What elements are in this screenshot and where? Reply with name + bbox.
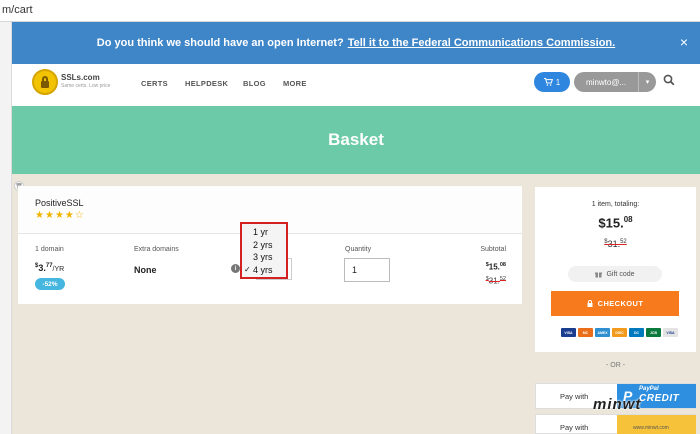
url-text: m/cart <box>2 4 33 16</box>
col-subtotal: Subtotal <box>480 246 506 253</box>
summary-label: 1 item, totaling: <box>591 201 640 208</box>
user-menu-button[interactable]: minwto@... ▾ <box>574 72 656 92</box>
visa-electron-icon: VISA <box>663 328 678 337</box>
brand-tagline: Same certs. Low price <box>61 83 111 89</box>
payment-card-icons: VISA MC AMEX DISC DC JCB VISA <box>561 328 678 337</box>
checkout-button[interactable]: CHECKOUT <box>551 291 679 316</box>
nav-certs[interactable]: CERTS <box>141 79 168 88</box>
visa-icon: VISA <box>561 328 576 337</box>
period-option-2yrs[interactable]: 2 yrs <box>242 239 286 252</box>
open-internet-banner: Do you think we should have an open Inte… <box>12 22 700 64</box>
discover-icon: DISC <box>612 328 627 337</box>
paypal-brand: PayPal <box>639 386 659 392</box>
period-dropdown[interactable]: 1 yr 2 yrs 3 yrs ✓ 4 yrs <box>240 222 288 279</box>
extra-domains-value: None <box>134 265 157 275</box>
or-divider: - OR - <box>605 362 626 369</box>
cart-icon <box>543 78 553 86</box>
chevron-down-icon[interactable]: ▾ <box>638 72 656 92</box>
summary-total: $15.08 <box>598 215 633 231</box>
star-rating: ★★★★☆ <box>35 210 522 221</box>
gift-code-button[interactable]: Gift code <box>568 266 662 282</box>
col-quantity: Quantity <box>345 246 372 253</box>
page-title: Basket <box>12 106 700 174</box>
cart-count: 1 <box>555 77 561 87</box>
summary-old-total: $31.52 <box>604 239 627 249</box>
brand-name[interactable]: SSLs.com <box>61 73 100 82</box>
old-subtotal-price: $31.52 <box>485 276 506 286</box>
paypal-option[interactable]: Pay with <box>535 414 696 434</box>
nav-helpdesk[interactable]: HELPDESK <box>185 79 228 88</box>
discount-badge: -52% <box>35 278 65 290</box>
close-icon[interactable]: × <box>680 34 688 50</box>
checkmark-icon: ✓ <box>244 264 251 274</box>
logo-lock-icon[interactable] <box>32 69 58 95</box>
browser-address-bar[interactable]: m/cart <box>0 0 700 22</box>
info-icon[interactable]: i <box>231 264 240 273</box>
period-option-3yrs[interactable]: 3 yrs <box>242 251 286 264</box>
amex-icon: AMEX <box>595 328 610 337</box>
col-extra-domains: Extra domains <box>134 246 179 253</box>
subtotal-price: $15.08 <box>485 262 506 272</box>
user-email: minwto@... <box>586 77 627 87</box>
order-summary: 1 item, totaling: $15.08 $31.52 Gift cod… <box>535 187 696 352</box>
pay-with-label: Pay with <box>560 392 589 401</box>
star-icon: ★ <box>64 210 75 221</box>
period-option-1yr[interactable]: 1 yr <box>242 226 286 239</box>
banner-text: Do you think we should have an open Inte… <box>96 37 344 49</box>
diners-icon: DC <box>629 328 644 337</box>
top-nav: SSLs.com Same certs. Low price CERTS HEL… <box>12 64 700 106</box>
left-edge <box>0 22 12 434</box>
col-domain: 1 domain <box>35 246 64 253</box>
star-empty-icon: ☆ <box>74 210 85 221</box>
jcb-icon: JCB <box>646 328 661 337</box>
nav-blog[interactable]: BLOG <box>243 79 266 88</box>
watermark-url: www.minwt.com <box>633 425 669 431</box>
lock-icon <box>587 300 593 307</box>
period-option-4yrs[interactable]: ✓ 4 yrs <box>242 264 286 277</box>
mastercard-icon: MC <box>578 328 593 337</box>
pay-with-label: Pay with <box>560 423 589 432</box>
star-icon: ★ <box>35 210 45 221</box>
search-icon[interactable] <box>663 74 675 86</box>
unit-price: $3.77/YR <box>35 263 65 273</box>
star-icon: ★ <box>54 210 65 221</box>
nav-more[interactable]: MORE <box>283 79 307 88</box>
product-name[interactable]: PositiveSSL <box>35 198 522 208</box>
quantity-input[interactable]: 1 <box>344 258 390 282</box>
star-icon: ★ <box>44 210 55 221</box>
gift-icon <box>595 272 603 277</box>
banner-link[interactable]: Tell it to the Federal Communications Co… <box>348 37 616 49</box>
watermark: minwt <box>593 396 642 413</box>
cart-button[interactable]: 1 <box>534 72 570 92</box>
